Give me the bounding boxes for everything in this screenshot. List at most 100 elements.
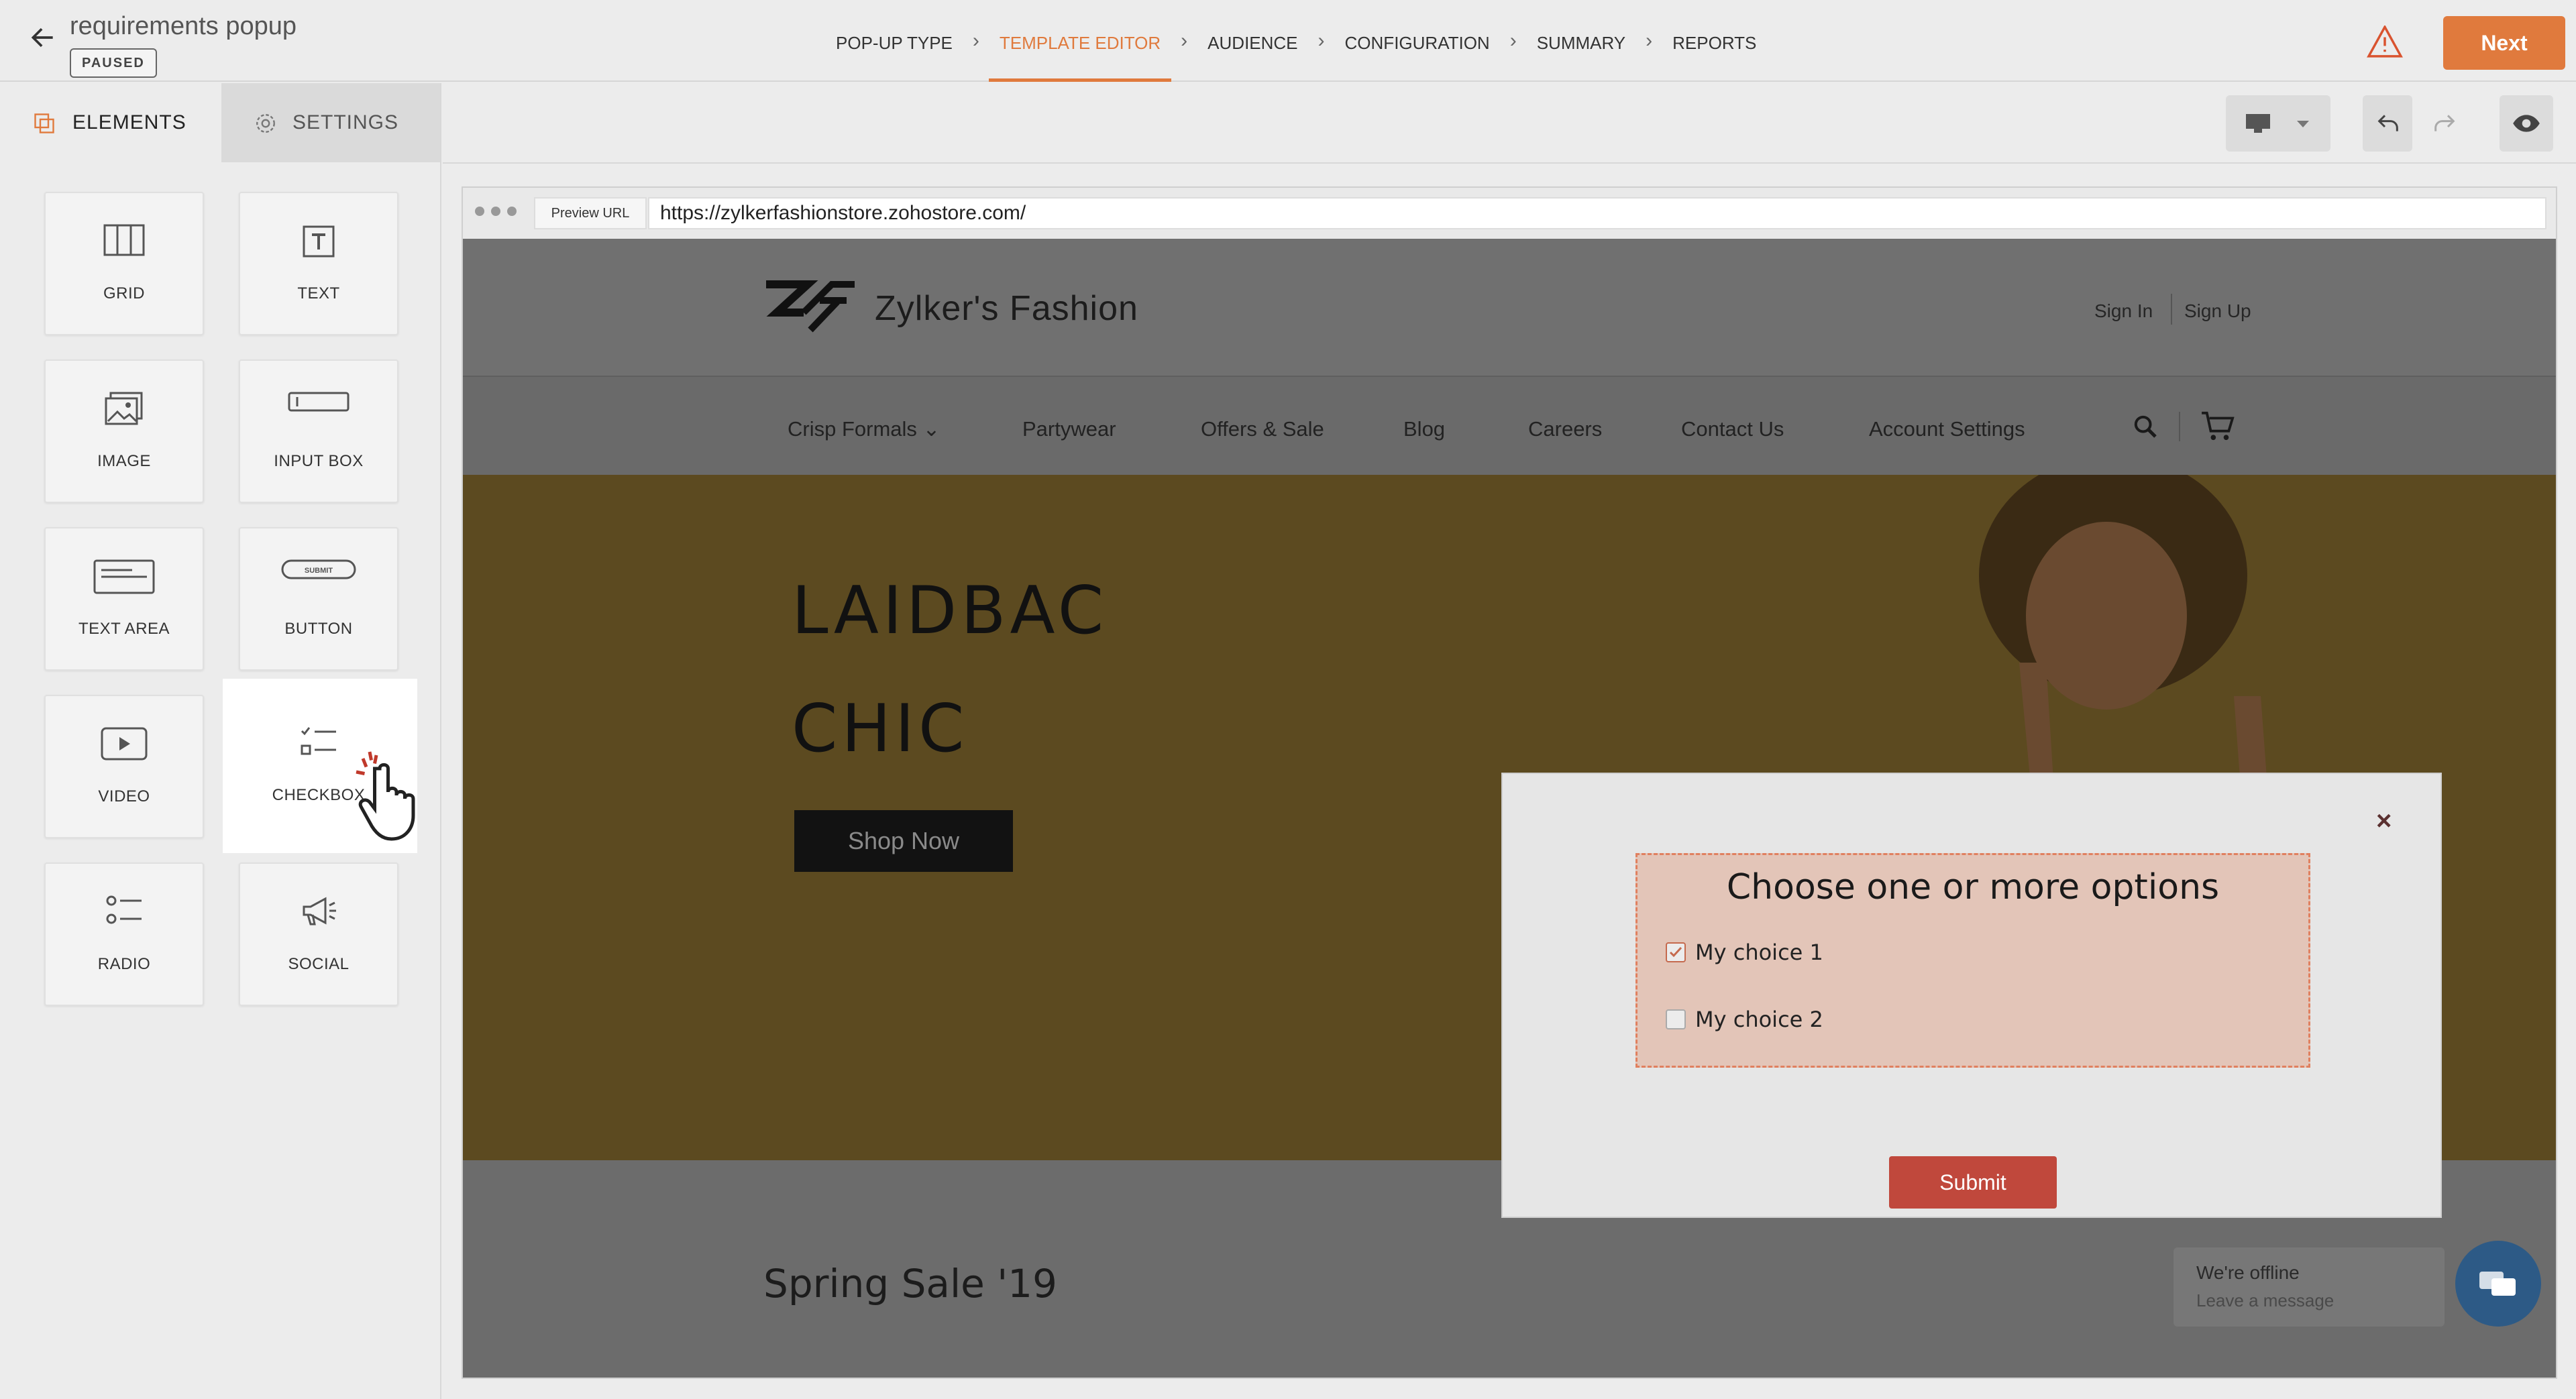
undo-icon <box>2377 115 2398 131</box>
section-title: Spring Sale '19 <box>763 1261 1057 1306</box>
cart-icon[interactable] <box>2200 410 2237 441</box>
chevron-right-icon: › <box>1646 30 1653 52</box>
nav-contact-us[interactable]: Contact Us <box>1681 417 1784 441</box>
device-select[interactable] <box>2226 95 2330 152</box>
chevron-right-icon: › <box>1181 30 1188 52</box>
warning-icon[interactable] <box>2367 25 2403 58</box>
tab-settings-label: SETTINGS <box>292 111 399 133</box>
checkbox-unchecked-icon[interactable] <box>1666 1009 1686 1029</box>
panel-tabs: ELEMENTS SETTINGS <box>0 83 440 162</box>
window-dots-icon <box>475 207 517 216</box>
input-box-icon <box>288 392 350 412</box>
element-video-label: VIDEO <box>98 787 150 805</box>
brand-name: Zylker's Fashion <box>875 289 1138 328</box>
tab-elements-label: ELEMENTS <box>72 111 186 133</box>
element-grid[interactable]: GRID <box>44 192 204 335</box>
element-image[interactable]: IMAGE <box>44 359 204 503</box>
option-label: My choice 2 <box>1695 1007 1823 1032</box>
element-text-label: TEXT <box>297 284 340 302</box>
nav-offers-sale[interactable]: Offers & Sale <box>1201 417 1324 441</box>
chevron-right-icon: › <box>972 30 979 52</box>
checkbox-option-1[interactable]: My choice 1 <box>1666 940 1823 965</box>
checkbox-question: Choose one or more options <box>1726 867 2220 907</box>
chat-button[interactable] <box>2455 1241 2541 1327</box>
step-summary[interactable]: SUMMARY <box>1526 0 1636 82</box>
chat-widget[interactable]: We're offline Leave a message <box>2174 1247 2445 1327</box>
divider <box>2179 412 2180 441</box>
checkbox-checked-icon[interactable] <box>1666 942 1686 962</box>
step-audience[interactable]: AUDIENCE <box>1197 0 1308 82</box>
element-button[interactable]: SUBMIT BUTTON <box>239 527 398 671</box>
nav-account-settings[interactable]: Account Settings <box>1869 417 2025 441</box>
site-header: Zylker's Fashion Sign In Sign Up <box>463 239 2556 377</box>
popup-modal: × Choose one or more options My choice 1… <box>1501 773 2442 1218</box>
button-icon: SUBMIT <box>281 559 356 579</box>
zylker-logo-icon <box>766 280 855 333</box>
wizard-steps: POP-UP TYPE › TEMPLATE EDITOR › AUDIENCE… <box>825 0 1767 82</box>
step-template-editor[interactable]: TEMPLATE EDITOR <box>988 0 1172 82</box>
search-icon[interactable] <box>2132 413 2159 440</box>
element-input-box[interactable]: INPUT BOX <box>239 359 398 503</box>
step-configuration[interactable]: CONFIGURATION <box>1334 0 1501 82</box>
preview-url-input[interactable]: https://zylkerfashionstore.zohostore.com… <box>648 197 2546 229</box>
status-badge: PAUSED <box>70 48 157 78</box>
hero-title-line-1: LAIDBAC <box>792 573 1108 649</box>
element-social[interactable]: SOCIAL <box>239 862 398 1006</box>
nav-blog[interactable]: Blog <box>1403 417 1445 441</box>
element-text-area-label: TEXT AREA <box>78 620 170 638</box>
step-reports[interactable]: REPORTS <box>1662 0 1767 82</box>
element-radio[interactable]: RADIO <box>44 862 204 1006</box>
nav-careers[interactable]: Careers <box>1528 417 1602 441</box>
popup-title: requirements popup <box>70 12 297 40</box>
site-nav <box>463 377 2556 475</box>
redo-button[interactable] <box>2419 95 2469 152</box>
app-root: requirements popup PAUSED POP-UP TYPE › … <box>0 0 2576 1399</box>
chevron-right-icon: › <box>1318 30 1325 52</box>
option-label: My choice 1 <box>1695 940 1823 965</box>
tab-elements[interactable]: ELEMENTS <box>0 83 221 162</box>
sign-up-link[interactable]: Sign Up <box>2184 300 2251 322</box>
nav-crisp-formals[interactable]: Crisp Formals ⌄ <box>788 417 941 441</box>
next-button[interactable]: Next <box>2443 16 2565 70</box>
chat-status: We're offline <box>2196 1262 2300 1283</box>
sign-in-link[interactable]: Sign In <box>2094 300 2153 322</box>
image-icon <box>105 392 143 425</box>
megaphone-icon <box>303 897 336 926</box>
hand-cursor-icon <box>356 751 415 841</box>
element-text-area[interactable]: TEXT AREA <box>44 527 204 671</box>
nav-partywear[interactable]: Partywear <box>1022 417 1116 441</box>
video-icon <box>101 727 148 761</box>
redo-icon <box>2434 115 2455 131</box>
element-social-label: SOCIAL <box>288 955 350 973</box>
element-grid-label: GRID <box>103 284 145 302</box>
undo-button[interactable] <box>2363 95 2412 152</box>
text-area-icon <box>93 559 155 594</box>
element-text[interactable]: TEXT <box>239 192 398 335</box>
text-icon <box>303 225 335 258</box>
gear-icon <box>256 114 275 133</box>
eye-icon <box>2513 115 2540 132</box>
element-video[interactable]: VIDEO <box>44 695 204 838</box>
preview-url-bar: Preview URL https://zylkerfashionstore.z… <box>463 188 2556 239</box>
back-arrow-icon[interactable] <box>28 23 58 52</box>
step-popup-type[interactable]: POP-UP TYPE <box>825 0 963 82</box>
close-icon[interactable]: × <box>2376 806 2392 836</box>
element-radio-label: RADIO <box>97 955 151 973</box>
shop-now-button[interactable]: Shop Now <box>794 810 1013 872</box>
element-button-label: BUTTON <box>284 620 353 638</box>
tab-settings[interactable]: SETTINGS <box>221 83 440 162</box>
chevron-down-icon <box>2297 121 2309 127</box>
chat-bubble-icon <box>2479 1272 2516 1296</box>
checkbox-group[interactable]: Choose one or more options My choice 1 M… <box>1635 853 2310 1068</box>
top-bar: requirements popup PAUSED POP-UP TYPE › … <box>0 0 2576 82</box>
elements-icon <box>34 113 54 133</box>
preview-button[interactable] <box>2500 95 2553 152</box>
element-image-label: IMAGE <box>97 452 151 470</box>
svg-text:SUBMIT: SUBMIT <box>305 567 333 575</box>
grid-icon <box>103 224 145 256</box>
preview-url-label: Preview URL <box>534 197 647 229</box>
desktop-icon <box>2246 114 2270 133</box>
chat-leave-message: Leave a message <box>2196 1290 2334 1310</box>
submit-button[interactable]: Submit <box>1889 1156 2057 1209</box>
checkbox-option-2[interactable]: My choice 2 <box>1666 1007 1823 1032</box>
